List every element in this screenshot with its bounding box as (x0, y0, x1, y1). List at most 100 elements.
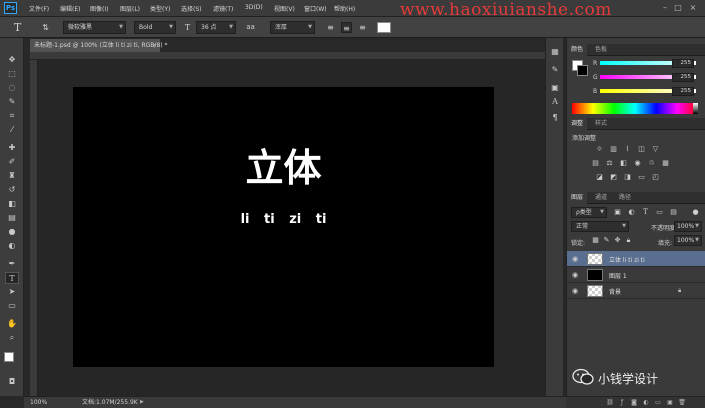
channel-b-value[interactable]: 255 (672, 87, 694, 96)
character-panel-icon[interactable]: A (549, 96, 561, 108)
shape-tool-icon[interactable]: ▭ (5, 300, 19, 312)
eyedropper-tool-icon[interactable]: ⁄ (5, 124, 19, 136)
menu-layer[interactable]: 图层(L) (120, 4, 140, 13)
text-orientation-icon[interactable]: ⇅ (40, 22, 51, 33)
channel-r-value[interactable]: 255 (672, 59, 694, 68)
minimize-icon[interactable]: – (660, 3, 670, 13)
tab-layers[interactable]: 图层 (567, 192, 588, 204)
color-lookup-icon[interactable]: ▦ (661, 159, 670, 168)
layer-filter-select[interactable]: ρ类型 ▼ (571, 207, 607, 218)
text-tool-icon[interactable]: T (12, 22, 23, 33)
maximize-icon[interactable]: □ (673, 3, 683, 13)
filter-smart-icon[interactable]: ▤ (669, 208, 678, 217)
lock-transparent-icon[interactable]: ▦ (591, 236, 600, 245)
menu-view[interactable]: 视图(V) (274, 4, 295, 13)
levels-icon[interactable]: ▥ (609, 145, 618, 154)
eye-icon[interactable]: ◉ (572, 255, 578, 263)
lock-position-icon[interactable]: ✥ (613, 236, 622, 245)
hue-saturation-icon[interactable]: ▤ (591, 159, 600, 168)
invert-icon[interactable]: ◪ (595, 173, 604, 182)
layer-row[interactable]: ◉ 背景 🔒︎ (567, 283, 705, 299)
menu-3d[interactable]: 3D(D) (245, 4, 263, 11)
channel-g-value[interactable]: 255 (672, 73, 694, 82)
paragraph-panel-icon[interactable]: ¶ (549, 112, 561, 124)
menu-select[interactable]: 选择(S) (181, 4, 202, 13)
filter-shape-icon[interactable]: ▭ (655, 208, 664, 217)
document-canvas[interactable]: 立体 li ti zi ti (73, 87, 494, 367)
layer-comps-icon[interactable]: ✎ (549, 64, 561, 76)
gradient-map-icon[interactable]: ▭ (637, 173, 646, 182)
selective-color-icon[interactable]: ◰ (651, 173, 660, 182)
lasso-tool-icon[interactable]: ◌ (5, 82, 19, 94)
align-center-icon[interactable]: ≡ (341, 22, 352, 33)
layer-style-icon[interactable]: ƒ (618, 399, 626, 407)
eye-icon[interactable]: ◉ (572, 271, 578, 279)
tab-swatches[interactable]: 色板 (591, 44, 611, 56)
delete-layer-icon[interactable]: 🗑︎ (678, 399, 686, 407)
color-spectrum[interactable] (572, 103, 698, 114)
type-tool-icon[interactable]: T (5, 272, 19, 284)
threshold-icon[interactable]: ◨ (623, 173, 632, 182)
posterize-icon[interactable]: ◩ (609, 173, 618, 182)
photo-filter-icon[interactable]: ◉ (633, 159, 642, 168)
marquee-tool-icon[interactable]: ⬚ (5, 68, 19, 80)
filter-toggle-icon[interactable]: ● (691, 208, 700, 217)
align-right-icon[interactable]: ≡ (357, 22, 368, 33)
tab-styles[interactable]: 样式 (591, 118, 611, 130)
healing-brush-tool-icon[interactable]: ✚ (5, 142, 19, 154)
filter-pixel-icon[interactable]: ▣ (613, 208, 622, 217)
antialias-select[interactable]: 浑厚 ▼ (270, 21, 315, 34)
tab-color[interactable]: 颜色 (567, 44, 588, 56)
color-balance-icon[interactable]: ⚖ (605, 159, 614, 168)
move-tool-icon[interactable]: ✥ (5, 54, 19, 66)
dodge-tool-icon[interactable]: ◐ (5, 240, 19, 252)
clone-stamp-tool-icon[interactable]: ♜ (5, 170, 19, 182)
eye-icon[interactable]: ◉ (572, 287, 578, 295)
align-left-icon[interactable]: ≡ (325, 22, 336, 33)
layer-row[interactable]: ◉ 立体 li ti zi ti (567, 251, 705, 267)
new-adjustment-icon[interactable]: ◐ (642, 399, 650, 407)
menu-edit[interactable]: 编辑(E) (60, 4, 80, 13)
font-size-select[interactable]: 36 点 ▼ (196, 21, 236, 34)
hand-tool-icon[interactable]: ✋ (5, 318, 19, 330)
blend-mode-select[interactable]: 正常 ▼ (571, 221, 629, 232)
menu-help[interactable]: 帮助(H) (334, 4, 355, 13)
grayscale-ramp[interactable] (693, 103, 698, 114)
text-color-swatch[interactable] (377, 22, 391, 33)
path-select-tool-icon[interactable]: ➤ (5, 286, 19, 298)
history-panel-icon[interactable]: ▦ (549, 46, 561, 58)
gradient-tool-icon[interactable]: ▤ (5, 212, 19, 224)
menu-filter[interactable]: 滤镜(T) (213, 4, 233, 13)
foreground-color-swatch[interactable] (4, 352, 14, 362)
tab-paths[interactable]: 路径 (615, 192, 635, 204)
channel-mixer-icon[interactable]: ♲ (647, 159, 656, 168)
menu-window[interactable]: 窗口(W) (304, 4, 327, 13)
tab-channels[interactable]: 通道 (591, 192, 611, 204)
fill-input[interactable]: 100% ▼ (674, 235, 702, 246)
brush-tool-icon[interactable]: ✐ (5, 156, 19, 168)
history-brush-tool-icon[interactable]: ↺ (5, 184, 19, 196)
lock-pixels-icon[interactable]: ✎ (602, 236, 611, 245)
exposure-icon[interactable]: ◫ (637, 145, 646, 154)
quick-mask-icon[interactable]: ◘ (5, 376, 19, 388)
close-icon[interactable]: × (688, 3, 698, 13)
new-group-icon[interactable]: ▭ (654, 399, 662, 407)
vibrance-icon[interactable]: ▽ (651, 145, 660, 154)
blur-tool-icon[interactable]: ● (5, 226, 19, 238)
quick-select-tool-icon[interactable]: ✎ (5, 96, 19, 108)
menu-file[interactable]: 文件(F) (29, 4, 49, 13)
menu-image[interactable]: 图像(I) (90, 4, 108, 13)
filter-type-icon[interactable]: T (641, 208, 650, 217)
pen-tool-icon[interactable]: ✒ (5, 258, 19, 270)
tab-adjustments[interactable]: 调整 (567, 118, 588, 130)
new-layer-icon[interactable]: ▣ (666, 399, 674, 407)
layer-mask-icon[interactable]: ◙ (630, 399, 638, 407)
layer-row[interactable]: ◉ 图层 1 (567, 267, 705, 283)
filter-adjust-icon[interactable]: ◐ (627, 208, 636, 217)
font-style-select[interactable]: Bold ▼ (134, 21, 176, 34)
link-layers-icon[interactable]: ⛓ (606, 399, 614, 407)
status-menu-icon[interactable]: ▶ (140, 397, 144, 408)
eraser-tool-icon[interactable]: ◧ (5, 198, 19, 210)
font-family-select[interactable]: 微软雅黑 ▼ (63, 21, 126, 34)
background-swatch[interactable] (577, 65, 588, 76)
